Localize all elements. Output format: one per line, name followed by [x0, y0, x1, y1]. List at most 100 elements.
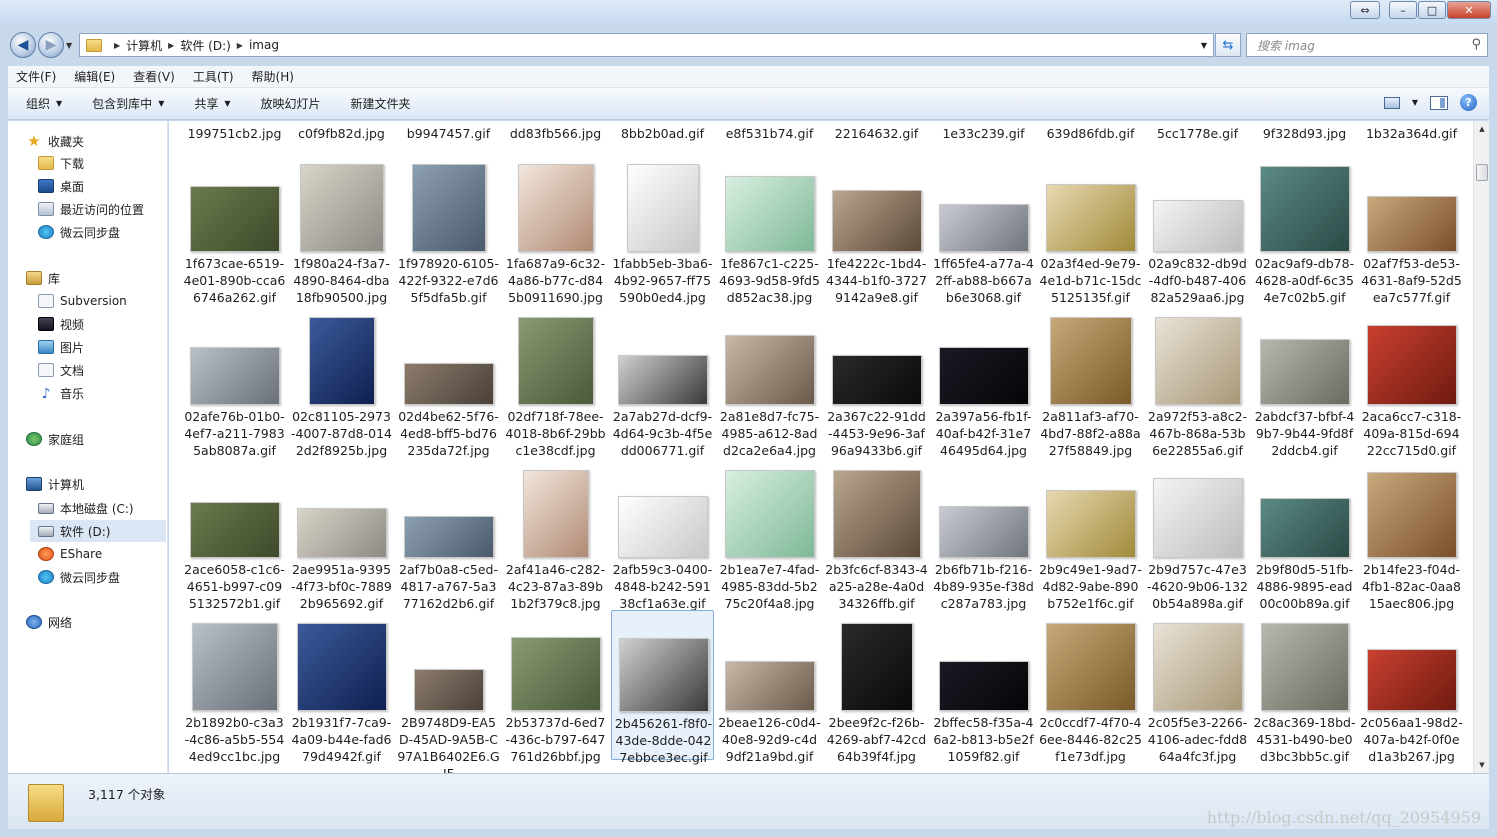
refresh-button[interactable]: ⇆: [1215, 33, 1241, 57]
file-item[interactable]: 1fe867c1-c225-4693-9d58-9fd5d852ac38.jpg: [718, 151, 821, 305]
organize-button[interactable]: 组织 ▼: [26, 95, 62, 112]
nav-subversion[interactable]: Subversion: [38, 290, 166, 312]
file-item[interactable]: 2a397a56-fb1f-40af-b42f-31e746495d64.jpg: [932, 304, 1035, 458]
file-item[interactable]: 2a81e8d7-fc75-4985-a612-8add2ca2e6a4.jpg: [718, 304, 821, 458]
file-name-partial[interactable]: b9947457.gif: [397, 125, 500, 142]
menu-tools[interactable]: 工具(T): [193, 68, 234, 85]
minimize-button[interactable]: –: [1389, 1, 1417, 19]
recent-pages-dropdown[interactable]: ▼: [66, 41, 72, 50]
nav-drive-d[interactable]: 软件 (D:): [30, 520, 166, 542]
file-name-partial[interactable]: 1b32a364d.gif: [1360, 125, 1463, 142]
address-bar[interactable]: ▶ 计算机 ▶ 软件 (D:) ▶ imag ▼: [79, 33, 1214, 57]
file-item[interactable]: 2b6fb71b-f216-4b89-935e-f38dc287a783.jpg: [932, 457, 1035, 611]
file-item[interactable]: 02d4be62-5f76-4ed8-bff5-bd76235da72f.jpg: [397, 304, 500, 458]
file-item[interactable]: 02df718f-78ee-4018-8b6f-29bbc1e38cdf.jpg: [504, 304, 607, 458]
file-item[interactable]: 2aca6cc7-c318-409a-815d-69422cc715d0.gif: [1360, 304, 1463, 458]
file-item[interactable]: 2beae126-c0d4-40e8-92d9-c4d9df21a9bd.gif: [718, 610, 821, 764]
file-item[interactable]: 2c8ac369-18bd-4531-b490-be0d3bc3bb5c.gif: [1253, 610, 1356, 764]
scroll-thumb[interactable]: [1476, 164, 1488, 181]
preview-pane-icon[interactable]: [1430, 95, 1448, 110]
nav-homegroup[interactable]: 家庭组: [26, 428, 166, 450]
file-name-partial[interactable]: 9f328d93.jpg: [1253, 125, 1356, 142]
nav-computer[interactable]: 计算机: [26, 473, 166, 495]
file-item[interactable]: 2b1931f7-7ca9-4a09-b44e-fad679d4942f.gif: [290, 610, 393, 764]
share-button[interactable]: 共享 ▼: [194, 95, 230, 112]
nav-music[interactable]: ♪ 音乐: [38, 382, 166, 404]
scroll-up-icon[interactable]: ▲: [1474, 121, 1490, 137]
file-item[interactable]: 02a9c832-db9d-4df0-b487-40682a529aa6.jpg: [1146, 151, 1249, 305]
file-name-partial[interactable]: e8f531b74.gif: [718, 125, 821, 142]
search-icon[interactable]: ⚲: [1471, 37, 1481, 52]
scroll-down-icon[interactable]: ▼: [1474, 757, 1490, 773]
nav-libraries[interactable]: 库: [26, 267, 166, 289]
back-button[interactable]: ◀: [10, 32, 36, 58]
file-item[interactable]: 2b9f80d5-51fb-4886-9895-ead00c00b89a.gif: [1253, 457, 1356, 611]
change-view-icon[interactable]: [1383, 96, 1400, 109]
file-name-partial[interactable]: 8bb2b0ad.gif: [611, 125, 714, 142]
nav-recent[interactable]: 最近访问的位置: [38, 198, 166, 220]
file-item[interactable]: 1fabb5eb-3ba6-4b92-9657-ff75590b0ed4.jpg: [611, 151, 714, 305]
file-item[interactable]: 02ac9af9-db78-4628-a0df-6c354e7c02b5.gif: [1253, 151, 1356, 305]
file-item[interactable]: 2ace6058-c1c6-4651-b997-c095132572b1.gif: [183, 457, 286, 611]
search-input[interactable]: 搜索 imag ⚲: [1246, 33, 1488, 57]
file-item[interactable]: 2a367c22-91dd-4453-9e96-3af96a9433b6.gif: [825, 304, 928, 458]
breadcrumb-computer[interactable]: 计算机: [126, 37, 162, 54]
file-item[interactable]: 2B9748D9-EA5D-45AD-9A5B-C97A1B6402E6.GIF: [397, 610, 500, 773]
nav-network[interactable]: 网络: [26, 611, 166, 633]
nav-desktop[interactable]: 桌面: [38, 175, 166, 197]
file-name-partial[interactable]: 639d86fdb.gif: [1039, 125, 1142, 142]
file-item[interactable]: 2bee9f2c-f26b-4269-abf7-42cd64b39f4f.jpg: [825, 610, 928, 764]
file-item[interactable]: 2b14fe23-f04d-4fb1-82ac-0aa815aec806.jpg: [1360, 457, 1463, 611]
file-item[interactable]: 1fe4222c-1bd4-4344-b1f0-37279142a9e8.gif: [825, 151, 928, 305]
file-name-partial[interactable]: 5cc1778e.gif: [1146, 125, 1249, 142]
file-item[interactable]: 2b9d757c-47e3-4620-9b06-1320b54a898a.gif: [1146, 457, 1249, 611]
file-item[interactable]: 1ff65fe4-a77a-42ff-ab88-b667ab6e3068.gif: [932, 151, 1035, 305]
file-name-partial[interactable]: 199751cb2.jpg: [183, 125, 286, 142]
file-item[interactable]: 2c0ccdf7-4f70-46ee-8446-82c25f1e73df.jpg: [1039, 610, 1142, 764]
snap-icon[interactable]: ⇔: [1350, 1, 1380, 19]
view-dropdown-icon[interactable]: ▼: [1412, 98, 1418, 107]
nav-cloud-sync-2[interactable]: 微云同步盘: [38, 566, 166, 588]
include-in-library-button[interactable]: 包含到库中 ▼: [92, 95, 164, 112]
file-name-partial[interactable]: dd83fb566.jpg: [504, 125, 607, 142]
nav-videos[interactable]: 视频: [38, 313, 166, 335]
file-item[interactable]: 2b1892b0-c3a3-4c86-a5b5-5544ed9cc1bc.jpg: [183, 610, 286, 764]
file-item[interactable]: 2afb59c3-0400-4848-b242-59138cf1a63e.gif: [611, 457, 714, 611]
file-name-partial[interactable]: 22164632.gif: [825, 125, 928, 142]
file-item[interactable]: 2af41a46-c282-4c23-87a3-89b1b2f379c8.jpg: [504, 457, 607, 611]
file-item[interactable]: 02af7f53-de53-4631-8af9-52d5ea7c577f.gif: [1360, 151, 1463, 305]
file-name-partial[interactable]: 1e33c239.gif: [932, 125, 1035, 142]
file-item[interactable]: 02a3f4ed-9e79-4e1d-b71c-15dc5125135f.gif: [1039, 151, 1142, 305]
menu-file[interactable]: 文件(F): [16, 68, 56, 85]
file-item[interactable]: 2a972f53-a8c2-467b-868a-53b6e22855a6.gif: [1146, 304, 1249, 458]
address-dropdown-icon[interactable]: ▼: [1201, 41, 1207, 50]
file-item[interactable]: 1f978920-6105-422f-9322-e7d65f5dfa5b.gif: [397, 151, 500, 305]
file-item[interactable]: 2abdcf37-bfbf-49b7-9b44-9fd8f2ddcb4.gif: [1253, 304, 1356, 458]
file-item[interactable]: 02c81105-2973-4007-87d8-0142d2f8925b.jpg: [290, 304, 393, 458]
forward-button[interactable]: ▶: [38, 32, 64, 58]
nav-cloud-sync[interactable]: 微云同步盘: [38, 221, 166, 243]
file-item[interactable]: 2c05f5e3-2266-4106-adec-fdd864a4fc3f.jpg: [1146, 610, 1249, 764]
file-item[interactable]: 2b1ea7e7-4fad-4985-83dd-5b275c20f4a8.jpg: [718, 457, 821, 611]
nav-favorites[interactable]: ★ 收藏夹: [26, 130, 166, 152]
file-item[interactable]: 2b456261-f8f0-43de-8dde-0427ebbce3ec.gif: [611, 610, 714, 765]
breadcrumb-separator[interactable]: ▶: [168, 41, 174, 50]
nav-downloads[interactable]: 下载: [38, 152, 166, 174]
help-icon[interactable]: ?: [1460, 94, 1477, 111]
menu-view[interactable]: 查看(V): [133, 68, 175, 85]
file-item[interactable]: 2a7ab27d-dcf9-4d64-9c3b-4f5edd006771.gif: [611, 304, 714, 458]
file-item[interactable]: 2bffec58-f35a-46a2-b813-b5e2f1059f82.gif: [932, 610, 1035, 764]
file-item[interactable]: 1f980a24-f3a7-4890-8464-dba18fb90500.jpg: [290, 151, 393, 305]
breadcrumb-drive-d[interactable]: 软件 (D:): [180, 37, 230, 54]
maximize-button[interactable]: □: [1418, 1, 1446, 19]
file-item[interactable]: 2af7b0a8-c5ed-4817-a767-5a377162d2b6.gif: [397, 457, 500, 611]
file-item[interactable]: 02afe76b-01b0-4ef7-a211-79835ab8087a.gif: [183, 304, 286, 458]
breadcrumb-separator[interactable]: ▶: [237, 41, 243, 50]
file-item[interactable]: 2c056aa1-98d2-407a-b42f-0f0ed1a3b267.jpg: [1360, 610, 1463, 764]
new-folder-button[interactable]: 新建文件夹: [351, 95, 411, 112]
file-name-partial[interactable]: c0f9fb82d.jpg: [290, 125, 393, 142]
file-item[interactable]: 2a811af3-af70-4bd7-88f2-a88a27f58849.jpg: [1039, 304, 1142, 458]
menu-help[interactable]: 帮助(H): [252, 68, 294, 85]
file-item[interactable]: 2b9c49e1-9ad7-4d82-9abe-890b752e1f6c.gif: [1039, 457, 1142, 611]
slideshow-button[interactable]: 放映幻灯片: [261, 95, 321, 112]
